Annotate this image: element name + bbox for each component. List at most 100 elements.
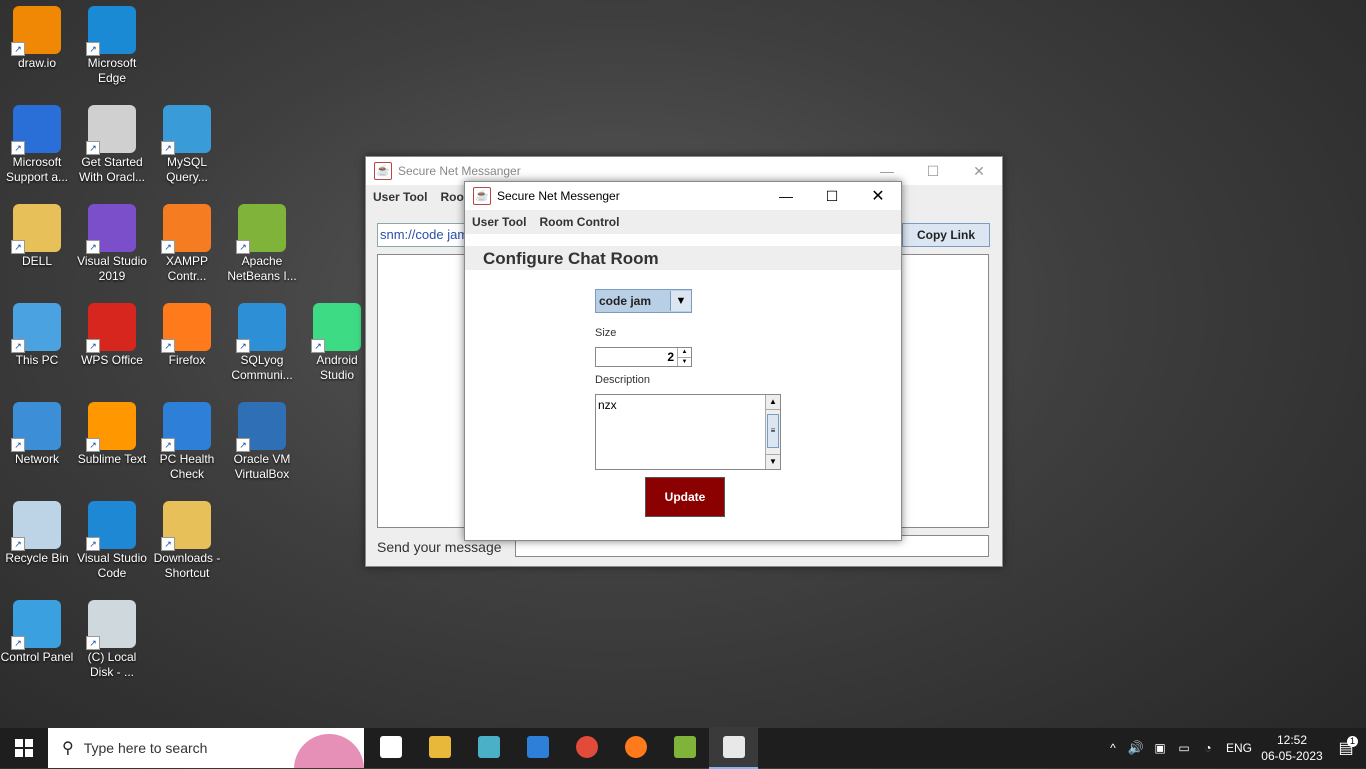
desktop-icon[interactable]: ↗ Control Panel — [0, 594, 74, 688]
desktop-icon[interactable]: ↗ Microsoft Edge — [75, 0, 149, 94]
start-button[interactable] — [0, 728, 48, 768]
scroll-thumb[interactable]: ≡ — [767, 414, 779, 448]
shortcut-arrow-icon: ↗ — [86, 636, 100, 650]
desktop-icon[interactable]: ↗ MySQL Query... — [150, 99, 224, 193]
main-window-title: Secure Net Messanger — [398, 164, 521, 178]
config-window-title: Secure Net Messenger — [497, 189, 620, 203]
increment-icon[interactable]: ▲ — [678, 348, 691, 358]
firefox-icon[interactable] — [611, 727, 660, 767]
desktop-icon[interactable]: ↗ Oracle VM VirtualBox — [225, 396, 299, 490]
notification-badge: 1 — [1347, 736, 1358, 747]
shortcut-arrow-icon: ↗ — [11, 42, 25, 56]
desktop-icon-label: Control Panel — [0, 650, 74, 664]
local-disk-icon: ↗ — [86, 600, 136, 650]
configure-room-window: ☕ Secure Net Messenger — ☐ ✕ User Tool R… — [464, 181, 902, 541]
sqlyog-icon: ↗ — [236, 303, 286, 353]
desktop-icon[interactable]: ↗ Network — [0, 396, 74, 490]
desktop-icon-label: SQLyog Communi... — [231, 353, 293, 382]
show-hidden-icons-icon[interactable]: ^ — [1102, 741, 1124, 755]
firefox-icon-glyph — [624, 736, 647, 758]
scroll-down-icon[interactable]: ▼ — [766, 454, 780, 469]
page-title: Configure Chat Room — [483, 249, 659, 268]
android-studio-icon: ↗ — [311, 303, 361, 353]
shortcut-arrow-icon: ↗ — [11, 240, 25, 254]
desktop-icon[interactable]: ↗ XAMPP Contr... — [150, 198, 224, 292]
close-button[interactable]: ✕ — [855, 182, 901, 210]
minimize-button[interactable]: — — [763, 182, 809, 210]
firefox-icon: ↗ — [161, 303, 211, 353]
this-pc-icon: ↗ — [11, 303, 61, 353]
language-indicator[interactable]: ENG — [1220, 741, 1258, 755]
java-app-icon-glyph — [722, 736, 745, 758]
menu-user-tool[interactable]: User Tool — [472, 215, 526, 229]
desktop-icon[interactable]: ↗ Recycle Bin — [0, 495, 74, 589]
volume-icon[interactable]: 🔊 — [1124, 740, 1148, 756]
wps-office-icon: ↗ — [86, 303, 136, 353]
shortcut-arrow-icon: ↗ — [236, 438, 250, 452]
desktop-icon[interactable]: ↗ Apache NetBeans I... — [225, 198, 299, 292]
close-button[interactable]: ✕ — [956, 157, 1002, 185]
wifi-icon[interactable]: ◔ — [1196, 741, 1220, 755]
java-app-icon[interactable] — [709, 727, 758, 769]
shortcut-arrow-icon: ↗ — [311, 339, 325, 353]
desktop-icon[interactable]: ↗ draw.io — [0, 0, 74, 94]
desktop-icon[interactable]: ↗ DELL — [0, 198, 74, 292]
menu-user-tool[interactable]: User Tool — [373, 190, 427, 204]
shortcut-arrow-icon: ↗ — [11, 438, 25, 452]
desktop-icon[interactable]: ↗ Get Started With Oracl... — [75, 99, 149, 193]
task-view-icon[interactable] — [366, 727, 415, 767]
copy-link-button[interactable]: Copy Link — [902, 223, 990, 247]
shortcut-arrow-icon: ↗ — [161, 240, 175, 254]
decrement-icon[interactable]: ▼ — [678, 358, 691, 367]
menu-room-control[interactable]: Room Control — [539, 215, 619, 229]
desktop-icon[interactable]: ↗ Firefox — [150, 297, 224, 391]
netbeans-icon[interactable] — [660, 727, 709, 767]
shortcut-arrow-icon: ↗ — [86, 438, 100, 452]
config-window-titlebar[interactable]: ☕ Secure Net Messenger — ☐ ✕ — [465, 182, 901, 210]
update-button[interactable]: Update — [645, 477, 725, 517]
desktop-icon-label: draw.io — [17, 56, 57, 70]
size-stepper[interactable]: 2 ▲ ▼ — [595, 347, 692, 367]
clock[interactable]: 12:52 06-05-2023 — [1258, 732, 1326, 764]
file-explorer-icon[interactable] — [415, 727, 464, 767]
size-label: Size — [595, 327, 617, 339]
vertical-scrollbar[interactable]: ▲ ≡ ▼ — [765, 395, 780, 469]
size-value[interactable]: 2 — [596, 348, 677, 366]
edge-dev-icon-glyph — [477, 736, 500, 758]
desktop-icon[interactable]: ↗ Visual Studio Code — [75, 495, 149, 589]
desktop-icon-label: Microsoft Edge — [87, 56, 137, 85]
notification-button[interactable]: ▤ 1 — [1326, 736, 1366, 758]
description-textarea[interactable]: nzx ▲ ≡ ▼ — [595, 394, 781, 470]
send-message-label: Send your message — [377, 539, 502, 555]
desktop-icon[interactable]: ↗ Visual Studio 2019 — [75, 198, 149, 292]
desktop-icon[interactable]: ↗ Sublime Text — [75, 396, 149, 490]
battery-icon[interactable]: ▭ — [1172, 741, 1196, 755]
desktop-icon[interactable]: ↗ SQLyog Communi... — [225, 297, 299, 391]
desktop-icon[interactable]: ↗ Downloads - Shortcut — [150, 495, 224, 589]
desktop-icon[interactable]: ↗ WPS Office — [75, 297, 149, 391]
desktop-icon[interactable]: ↗ Microsoft Support a... — [0, 99, 74, 193]
shortcut-arrow-icon: ↗ — [86, 537, 100, 551]
shortcut-arrow-icon: ↗ — [86, 240, 100, 254]
maximize-button[interactable]: ☐ — [809, 182, 855, 210]
task-view-icon-glyph — [379, 736, 402, 758]
search-highlight-image — [294, 734, 364, 768]
vscode-icon: ↗ — [86, 501, 136, 551]
chrome-icon[interactable] — [562, 727, 611, 767]
shortcut-arrow-icon: ↗ — [236, 240, 250, 254]
search-box[interactable]: ⚲ Type here to search — [48, 728, 364, 768]
meet-now-icon[interactable]: ▣ — [1148, 741, 1172, 755]
desktop-icon[interactable]: ↗ (C) Local Disk - ... — [75, 594, 149, 688]
desktop-icon[interactable]: ↗ PC Health Check — [150, 396, 224, 490]
desktop-icon[interactable]: ↗ This PC — [0, 297, 74, 391]
desktop-icon-label: XAMPP Contr... — [165, 254, 208, 283]
desktop-icon[interactable]: ↗ Android Studio — [300, 297, 374, 391]
shortcut-arrow-icon: ↗ — [161, 537, 175, 551]
microsoft-store-icon[interactable] — [513, 727, 562, 767]
desktop-icon-label: Visual Studio Code — [77, 551, 147, 580]
maximize-button[interactable]: ☐ — [910, 157, 956, 185]
chevron-down-icon[interactable]: ▼ — [670, 291, 691, 311]
edge-dev-icon[interactable] — [464, 727, 513, 767]
scroll-up-icon[interactable]: ▲ — [766, 395, 780, 410]
room-select[interactable]: code jam ▼ — [595, 289, 692, 313]
